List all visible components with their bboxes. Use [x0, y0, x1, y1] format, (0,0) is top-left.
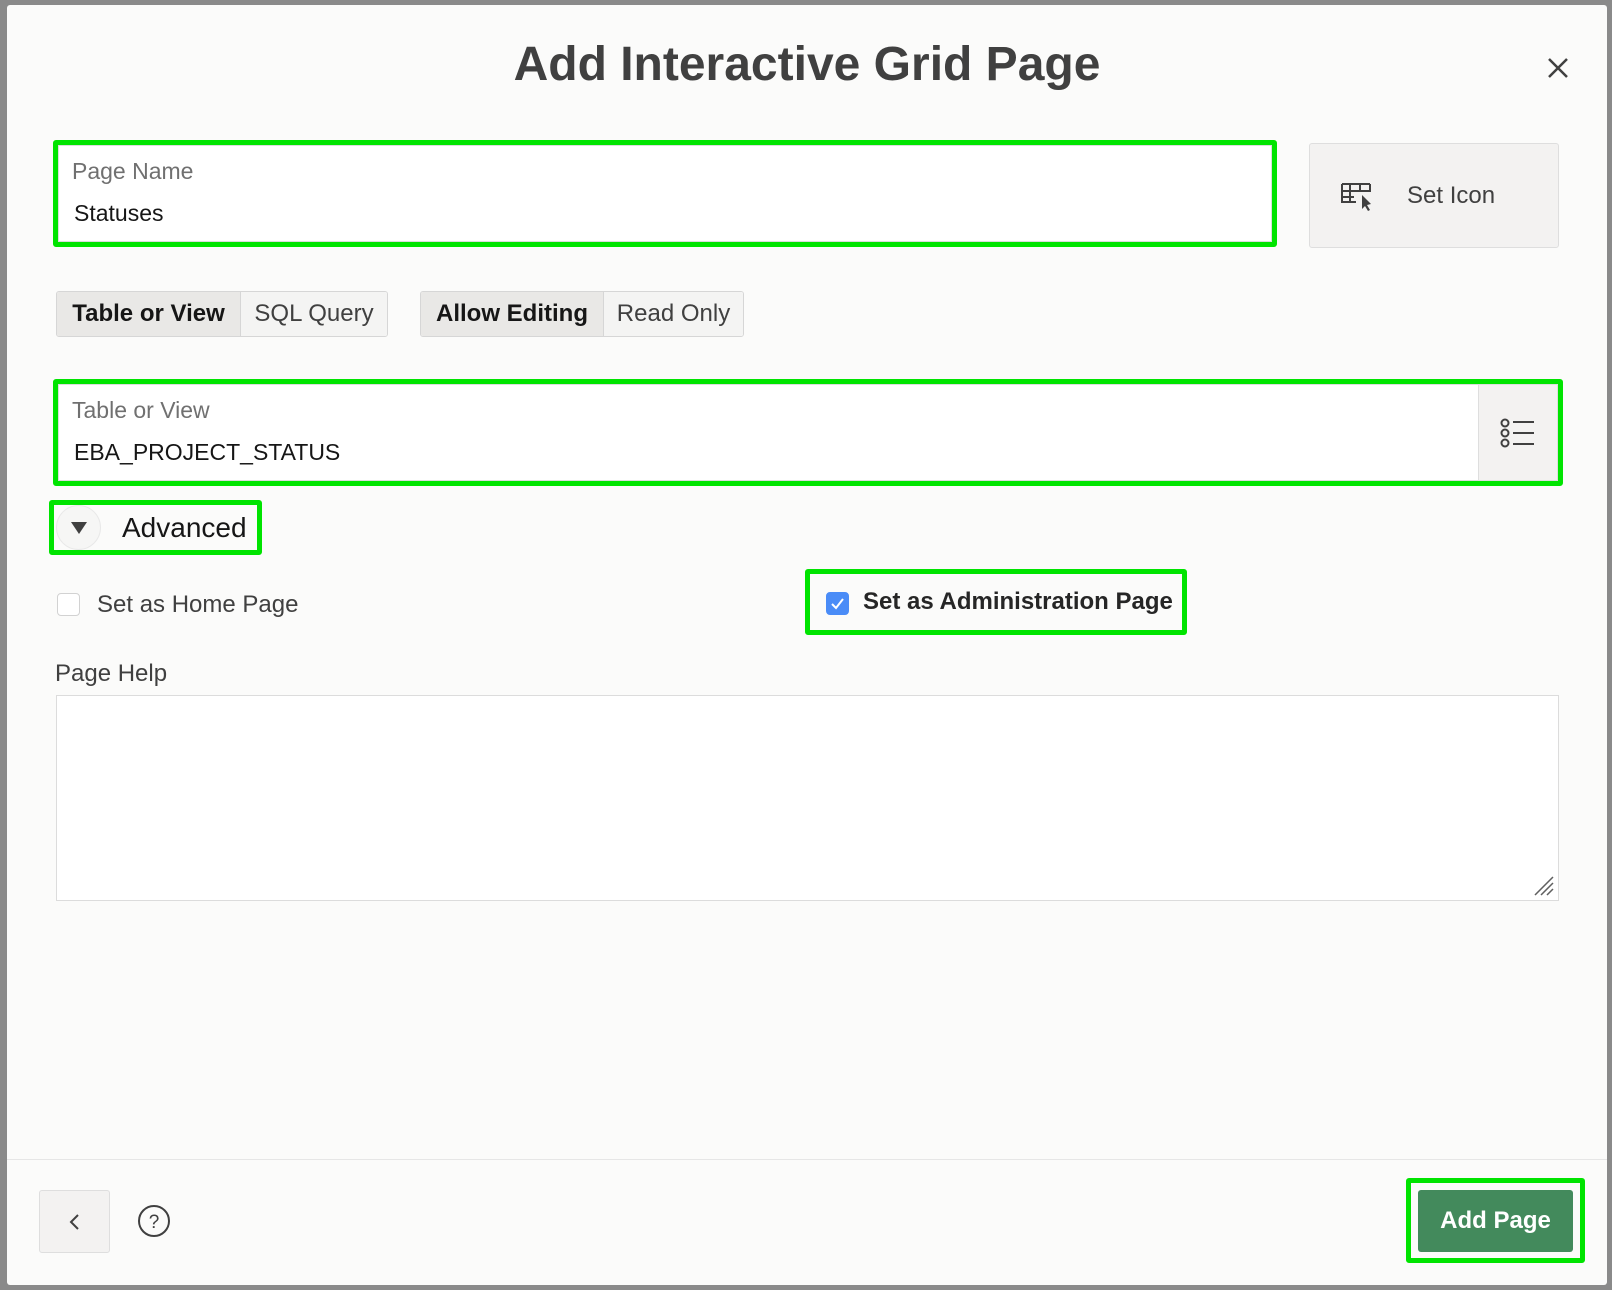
table-or-view-label: Table or View: [72, 397, 210, 423]
page-name-label: Page Name: [72, 158, 194, 184]
caret-down-icon: [56, 505, 101, 550]
back-button[interactable]: [39, 1190, 110, 1253]
table-pointer-icon: [1341, 183, 1371, 211]
advanced-label: Advanced: [122, 512, 247, 543]
admin-page-label: Set as Administration Page: [863, 588, 1173, 615]
svg-text:?: ?: [149, 1212, 160, 1233]
table-or-view-field[interactable]: Table or View EBA_PROJECT_STATUS: [58, 384, 1479, 481]
edit-mode-toggle: Allow Editing Read Only: [420, 291, 744, 337]
page-help-textarea[interactable]: [56, 695, 1559, 901]
add-page-dialog: Add Interactive Grid Page Page Name Stat…: [7, 5, 1607, 1285]
page-name-input[interactable]: Statuses: [74, 200, 164, 227]
dialog-title: Add Interactive Grid Page: [513, 38, 1101, 91]
add-page-highlight: Add Page: [1406, 1178, 1585, 1263]
mode-allow-editing[interactable]: Allow Editing: [421, 292, 604, 336]
resize-handle-icon[interactable]: [1531, 873, 1555, 897]
mode-read-only[interactable]: Read Only: [604, 292, 743, 336]
set-icon-label: Set Icon: [1407, 182, 1496, 209]
home-page-label: Set as Home Page: [97, 591, 299, 618]
close-icon[interactable]: [1543, 53, 1573, 83]
home-page-checkbox[interactable]: [57, 593, 80, 616]
footer-divider: [7, 1159, 1607, 1160]
table-or-view-input[interactable]: EBA_PROJECT_STATUS: [74, 439, 340, 466]
admin-page-checkbox[interactable]: [826, 592, 849, 615]
list-icon: [1500, 418, 1534, 448]
page-help-label: Page Help: [55, 660, 168, 687]
admin-page-highlight: Set as Administration Page: [805, 569, 1187, 635]
page-name-highlight: Page Name Statuses: [53, 140, 1277, 247]
source-table-or-view[interactable]: Table or View: [57, 292, 241, 336]
add-page-button[interactable]: Add Page: [1418, 1190, 1573, 1252]
help-icon[interactable]: ?: [137, 1204, 171, 1238]
source-type-toggle: Table or View SQL Query: [56, 291, 388, 337]
table-picker-button[interactable]: [1478, 384, 1558, 481]
chevron-left-icon: [69, 1214, 79, 1230]
page-name-field[interactable]: Page Name Statuses: [58, 145, 1272, 242]
set-icon-button[interactable]: Set Icon: [1309, 143, 1559, 248]
table-or-view-highlight: Table or View EBA_PROJECT_STATUS: [53, 379, 1563, 486]
source-sql-query[interactable]: SQL Query: [241, 292, 387, 336]
advanced-toggle[interactable]: Advanced: [49, 500, 262, 555]
